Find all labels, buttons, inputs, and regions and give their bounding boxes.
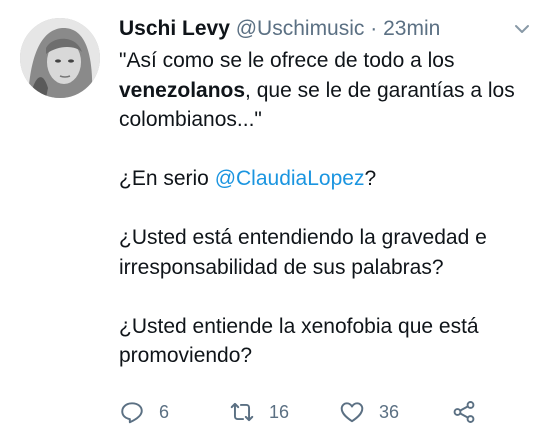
display-name[interactable]: Uschi Levy <box>119 17 230 40</box>
chevron-down-icon[interactable] <box>514 20 530 40</box>
text-line: ¿Usted está entendiendo la gravedad e <box>119 226 487 249</box>
retweet-icon <box>230 402 254 422</box>
bold-text: venezolanos <box>119 78 246 102</box>
text-fragment: ? <box>364 167 377 190</box>
user-handle[interactable]: @Uschimusic <box>236 17 365 40</box>
mention-link[interactable]: @ClaudiaLopez <box>215 167 365 190</box>
tweet-card[interactable]: Uschi Levy @Uschimusic · 23min "Así como… <box>0 0 560 445</box>
reply-icon <box>121 402 143 424</box>
text-line: irresponsabilidad de sus palabras? <box>119 255 444 279</box>
text-line: venezolanos, que se le de garantías a lo… <box>119 76 539 106</box>
tweet-text: "Así como se le ofrece de todo a los ven… <box>119 46 539 371</box>
reply-button[interactable]: 6 <box>119 396 169 428</box>
heart-icon <box>340 402 364 423</box>
text-line: "Así como se le ofrece de todo a los <box>119 49 455 72</box>
avatar-photo <box>20 18 100 98</box>
separator-dot: · <box>370 17 378 40</box>
reply-count: 6 <box>159 401 170 422</box>
avatar[interactable] <box>20 18 100 98</box>
text-line: colombianos..." <box>119 108 262 131</box>
retweet-count: 16 <box>269 401 290 422</box>
text-line: ¿En serio @ClaudiaLopez? <box>119 164 539 194</box>
text-line: promoviendo? <box>119 344 253 367</box>
action-bar: 6 16 36 <box>119 396 519 428</box>
text-line: ¿Usted entiende la xenofobia que está <box>119 314 479 338</box>
retweet-button[interactable]: 16 <box>229 396 289 428</box>
share-icon <box>453 401 475 423</box>
like-count: 36 <box>379 401 400 422</box>
share-button[interactable] <box>451 396 491 428</box>
text-fragment: ¿En serio <box>119 167 215 190</box>
text-fragment: , que se le de garantías a los <box>245 78 515 102</box>
tweet-header: Uschi Levy @Uschimusic · 23min <box>119 14 440 44</box>
timestamp[interactable]: 23min <box>383 17 440 40</box>
like-button[interactable]: 36 <box>339 396 399 428</box>
